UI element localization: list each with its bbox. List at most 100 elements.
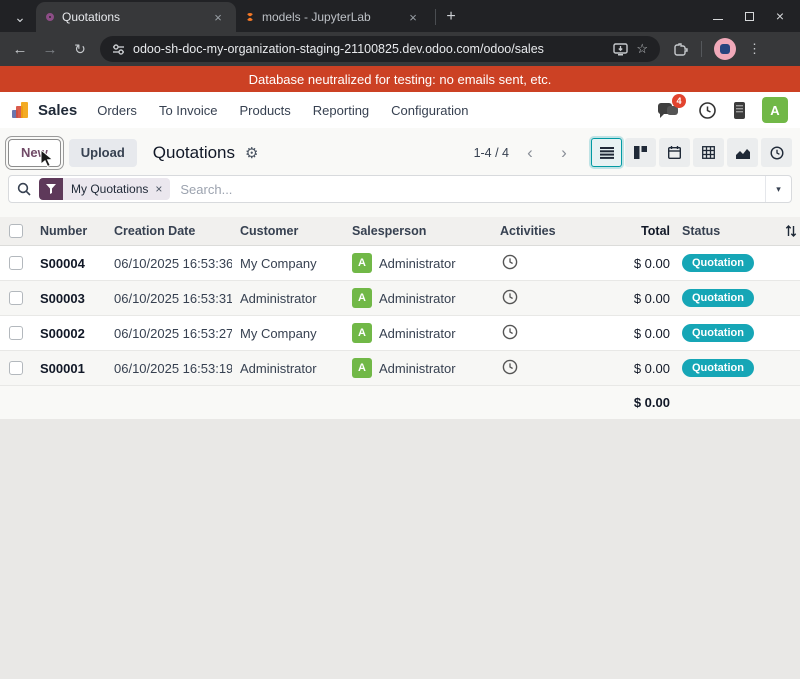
- browser-menu-icon[interactable]: [748, 41, 761, 57]
- row-activities[interactable]: [492, 359, 592, 378]
- upload-button[interactable]: Upload: [69, 139, 137, 167]
- col-total[interactable]: Total: [592, 224, 672, 238]
- col-salesperson[interactable]: Salesperson: [344, 224, 492, 238]
- salesperson-avatar: A: [352, 253, 372, 273]
- pivot-view-button[interactable]: [693, 138, 724, 167]
- table-footer: $ 0.00: [0, 386, 800, 419]
- row-customer: My Company: [232, 326, 344, 341]
- search-icon: [17, 182, 31, 196]
- table-row[interactable]: S00004 06/10/2025 16:53:36 My Company A …: [0, 246, 800, 281]
- gear-icon[interactable]: [245, 144, 258, 162]
- row-number: S00001: [32, 361, 106, 376]
- row-total: $ 0.00: [592, 256, 672, 271]
- col-activities[interactable]: Activities: [492, 224, 592, 238]
- activity-view-button[interactable]: [761, 138, 792, 167]
- row-checkbox[interactable]: [0, 361, 32, 375]
- row-checkbox[interactable]: [0, 256, 32, 270]
- row-customer: Administrator: [232, 291, 344, 306]
- tab-jupyterlab[interactable]: models - JupyterLab: [236, 2, 431, 32]
- pager-next-icon[interactable]: [551, 140, 577, 166]
- new-tab-button[interactable]: [440, 6, 462, 28]
- salesperson-name: Administrator: [379, 291, 456, 306]
- table-row[interactable]: S00001 06/10/2025 16:53:19 Administrator…: [0, 351, 800, 386]
- table-row[interactable]: S00003 06/10/2025 16:53:31 Administrator…: [0, 281, 800, 316]
- sales-app-icon[interactable]: [12, 102, 28, 118]
- col-status[interactable]: Status: [672, 224, 782, 238]
- facet-body: My Quotations: [63, 178, 170, 200]
- row-status: Quotation: [672, 289, 782, 307]
- adjust-columns-icon: [785, 225, 797, 237]
- back-icon[interactable]: [10, 41, 30, 58]
- col-number[interactable]: Number: [32, 224, 106, 238]
- salesperson-avatar: A: [352, 323, 372, 343]
- pager-previous-icon[interactable]: [517, 140, 543, 166]
- url-text: odoo-sh-doc-my-organization-staging-2110…: [133, 42, 605, 56]
- kanban-view-button[interactable]: [625, 138, 656, 167]
- row-total: $ 0.00: [592, 326, 672, 341]
- close-window-icon[interactable]: [776, 11, 784, 21]
- row-creation-date: 06/10/2025 16:53:27: [106, 326, 232, 341]
- row-customer: My Company: [232, 256, 344, 271]
- menu-reporting[interactable]: Reporting: [313, 103, 369, 118]
- quotations-list: Number Creation Date Customer Salesperso…: [0, 217, 800, 419]
- menu-configuration[interactable]: Configuration: [391, 103, 468, 118]
- menu-products[interactable]: Products: [239, 103, 290, 118]
- site-info-icon[interactable]: [112, 43, 125, 56]
- row-checkbox[interactable]: [0, 326, 32, 340]
- avatar-glyph: [720, 44, 730, 54]
- search-bar[interactable]: My Quotations: [8, 175, 792, 203]
- browser-tab-strip: Quotations models - JupyterLab: [0, 0, 800, 32]
- activity-clock-icon: [770, 146, 784, 160]
- facet-label: My Quotations: [71, 182, 148, 196]
- row-activities[interactable]: [492, 289, 592, 308]
- search-input[interactable]: [180, 182, 765, 197]
- filter-facet-my-quotations[interactable]: My Quotations: [39, 178, 170, 200]
- forward-icon[interactable]: [40, 41, 60, 58]
- tab-quotations[interactable]: Quotations: [36, 2, 236, 32]
- remove-filter-icon[interactable]: [155, 182, 162, 196]
- search-dropdown-caret-icon[interactable]: [765, 176, 791, 202]
- url-bar[interactable]: odoo-sh-doc-my-organization-staging-2110…: [100, 36, 660, 62]
- menu-to-invoice[interactable]: To Invoice: [159, 103, 218, 118]
- install-app-icon[interactable]: [613, 43, 628, 56]
- page-title: Quotations: [153, 143, 235, 163]
- minimize-icon[interactable]: [713, 19, 723, 20]
- toolbar-right: [674, 38, 761, 60]
- salesperson-avatar: A: [352, 358, 372, 378]
- neutralized-banner: Database neutralized for testing: no ema…: [0, 66, 800, 92]
- menu-orders[interactable]: Orders: [97, 103, 137, 118]
- graph-view-button[interactable]: [727, 138, 758, 167]
- tab-divider: [435, 9, 436, 25]
- row-checkbox[interactable]: [0, 291, 32, 305]
- close-tab-icon[interactable]: [210, 9, 226, 25]
- select-all-checkbox[interactable]: [0, 224, 32, 238]
- tab-search-icon[interactable]: [8, 5, 32, 29]
- window-controls: [697, 0, 800, 32]
- row-status: Quotation: [672, 359, 782, 377]
- table-row[interactable]: S00002 06/10/2025 16:53:27 My Company A …: [0, 316, 800, 351]
- reload-icon[interactable]: [70, 41, 90, 58]
- maximize-icon[interactable]: [745, 12, 754, 21]
- jupyterlab-favicon-icon: [246, 13, 254, 21]
- app-name[interactable]: Sales: [38, 102, 77, 119]
- bookmark-star-icon[interactable]: [636, 41, 648, 57]
- list-view-button[interactable]: [591, 138, 622, 167]
- user-avatar[interactable]: A: [762, 97, 788, 123]
- extensions-icon[interactable]: [674, 42, 689, 57]
- browser-toolbar: odoo-sh-doc-my-organization-staging-2110…: [0, 32, 800, 66]
- messages-icon[interactable]: 4: [658, 100, 682, 120]
- optional-columns-button[interactable]: [782, 225, 800, 237]
- row-salesperson: A Administrator: [344, 288, 492, 308]
- row-activities[interactable]: [492, 324, 592, 343]
- activities-clock-icon[interactable]: [698, 101, 717, 120]
- mobile-icon[interactable]: [733, 101, 746, 120]
- col-creation-date[interactable]: Creation Date: [106, 224, 232, 238]
- calendar-view-button[interactable]: [659, 138, 690, 167]
- row-activities[interactable]: [492, 254, 592, 273]
- mouse-cursor-icon: [40, 150, 55, 168]
- browser-profile-avatar[interactable]: [714, 38, 736, 60]
- row-number: S00003: [32, 291, 106, 306]
- col-customer[interactable]: Customer: [232, 224, 344, 238]
- row-creation-date: 06/10/2025 16:53:31: [106, 291, 232, 306]
- close-tab-icon[interactable]: [405, 9, 421, 25]
